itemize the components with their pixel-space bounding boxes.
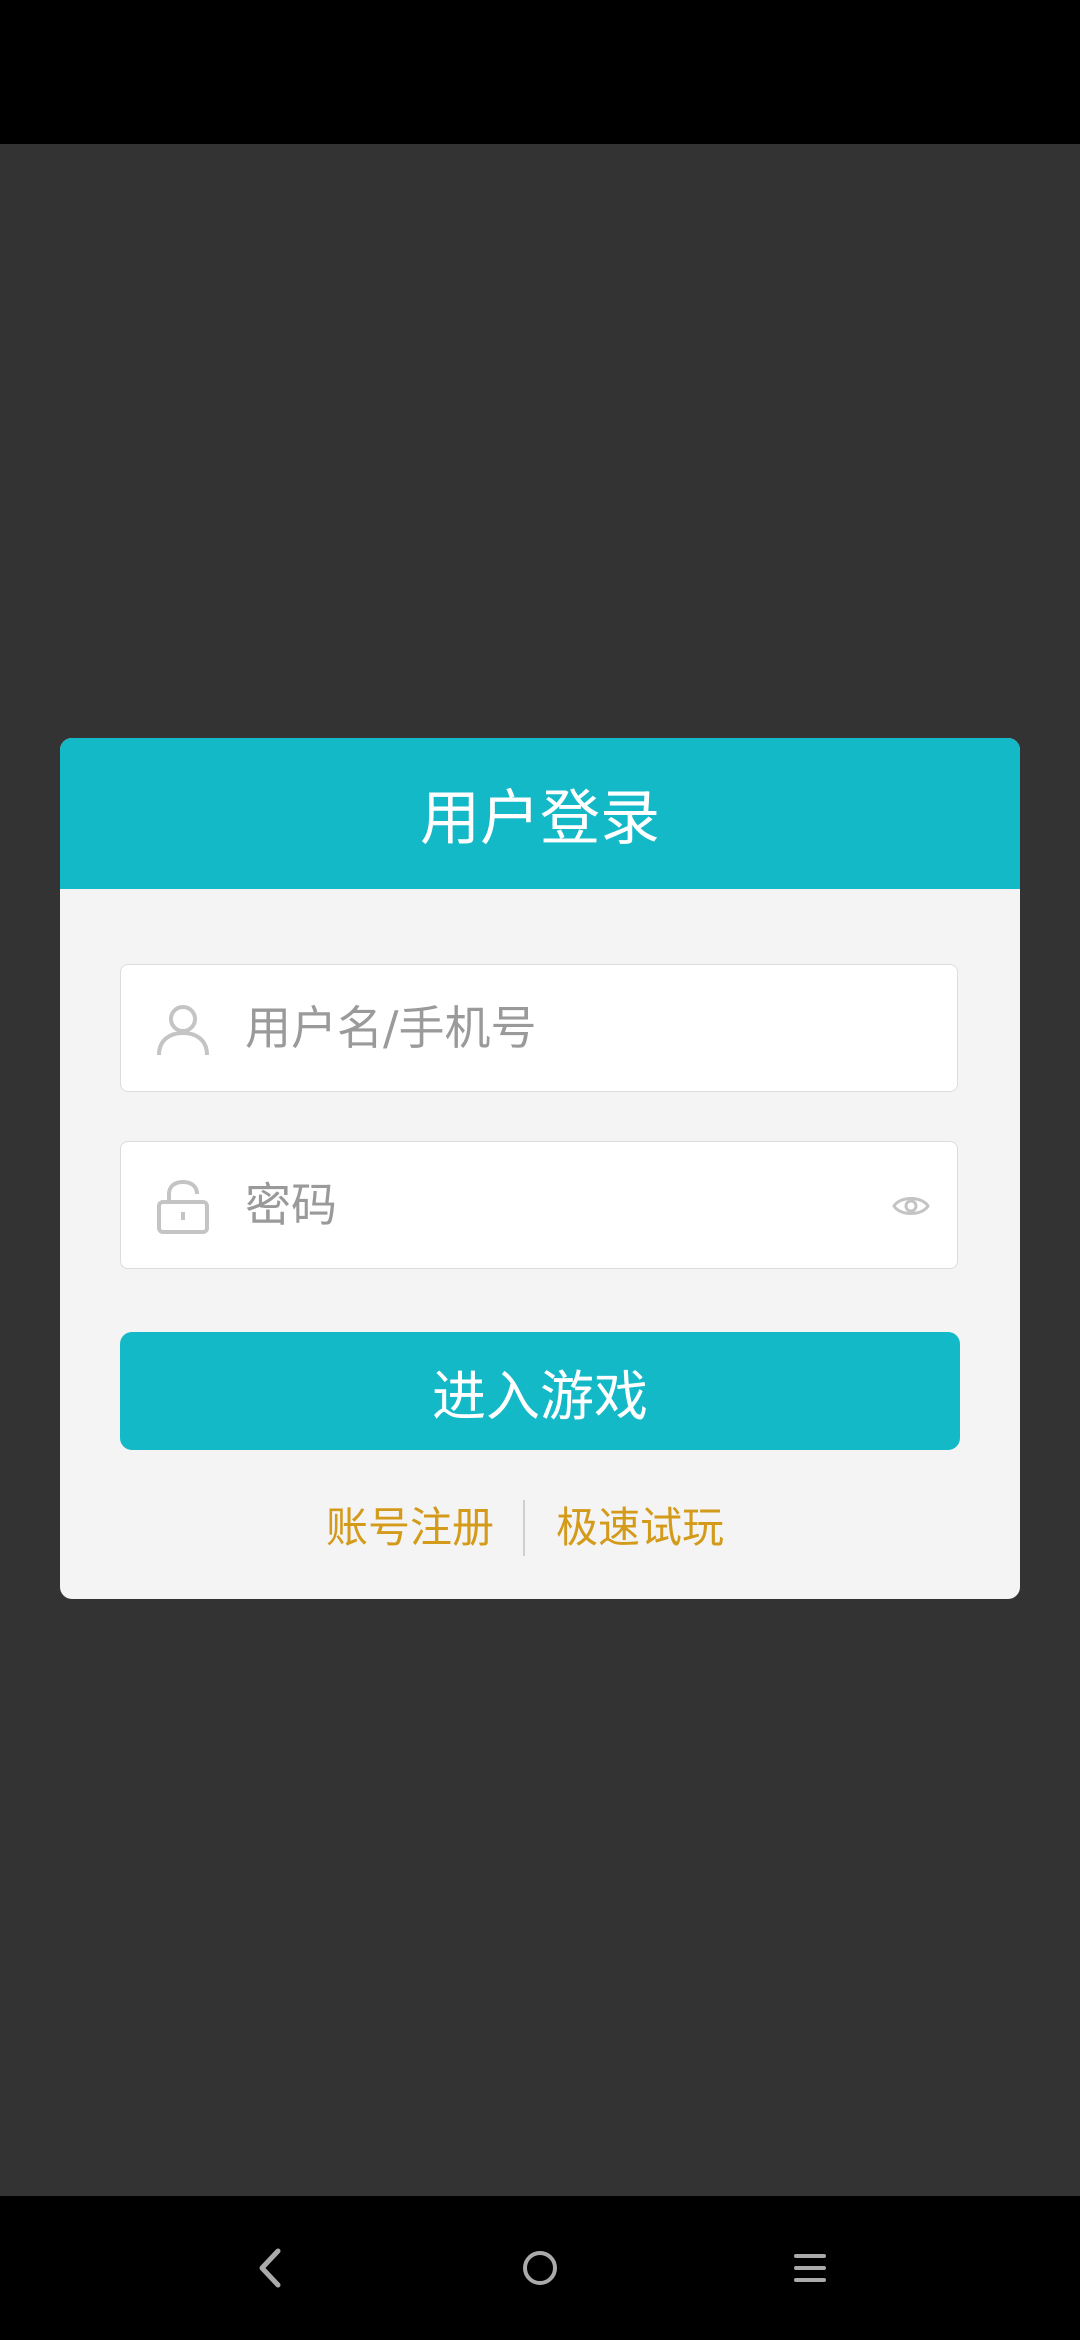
dialog-header: 用户登录	[60, 738, 1020, 889]
register-link[interactable]: 账号注册	[326, 1498, 494, 1558]
back-icon	[259, 2248, 281, 2288]
dialog-title: 用户登录	[420, 784, 660, 854]
menu-button[interactable]	[768, 2226, 852, 2310]
username-input[interactable]	[245, 965, 845, 1091]
password-input[interactable]	[245, 1142, 845, 1268]
auth-links: 账号注册 极速试玩	[60, 1498, 1020, 1558]
back-button[interactable]	[228, 2226, 312, 2310]
lock-icon	[157, 1179, 209, 1234]
home-button[interactable]	[498, 2226, 582, 2310]
enter-game-label: 进入游戏	[432, 1364, 648, 1428]
eye-icon[interactable]	[891, 1186, 931, 1226]
quick-play-link[interactable]: 极速试玩	[556, 1498, 724, 1558]
password-field[interactable]	[120, 1141, 958, 1269]
links-divider	[523, 1500, 525, 1556]
home-icon	[523, 2251, 557, 2285]
status-bar	[0, 0, 1080, 144]
login-dialog: 用户登录 进入游戏 账号注册 极速试玩	[60, 738, 1020, 1599]
navigation-bar	[0, 2196, 1080, 2340]
enter-game-button[interactable]: 进入游戏	[120, 1332, 960, 1450]
username-field[interactable]	[120, 964, 958, 1092]
user-icon	[157, 1005, 209, 1056]
menu-icon	[794, 2254, 826, 2282]
